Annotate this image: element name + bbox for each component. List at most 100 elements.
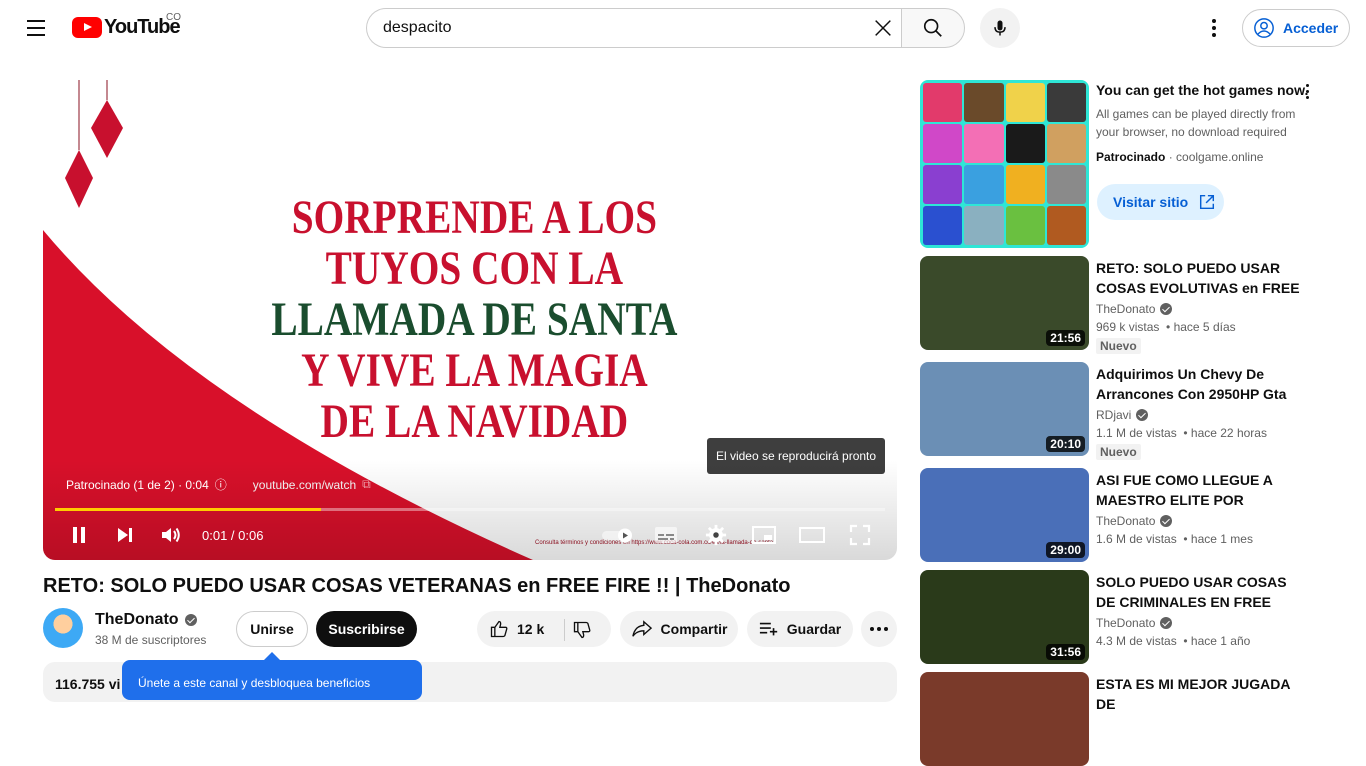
next-button[interactable]	[111, 521, 139, 549]
recommended-video[interactable]: 31:56 SOLO PUEDO USAR COSAS DE CRIMINALES…	[920, 570, 1350, 664]
video-thumbnail[interactable]: 29:00	[920, 468, 1089, 562]
game-tile	[923, 206, 963, 245]
game-tile	[1005, 83, 1045, 122]
sign-in-label: Acceder	[1283, 20, 1339, 36]
subscribe-button[interactable]: Suscribirse	[316, 611, 417, 647]
video-thumbnail[interactable]: 20:10	[920, 362, 1089, 456]
ad-description: All games can be played directly from yo…	[1096, 107, 1296, 139]
country-code: CO	[166, 12, 181, 23]
ad-info: Patrocinado (1 de 2) · 0:04 ⓘ youtube.co…	[66, 476, 371, 493]
video-thumbnail[interactable]: 31:56	[920, 570, 1089, 664]
promo-line-1: SORPRENDE A LOS	[291, 191, 658, 244]
save-label: Guardar	[786, 621, 842, 637]
theater-mode-button[interactable]	[797, 521, 827, 549]
channel-name: TheDonato	[1096, 616, 1156, 630]
verified-icon	[1160, 617, 1173, 629]
thumbs-down-icon	[573, 621, 591, 639]
new-badge: Nuevo	[1096, 338, 1141, 354]
dislike-button[interactable]	[570, 619, 594, 641]
clear-search-icon[interactable]	[872, 17, 894, 39]
volume-button[interactable]	[157, 521, 185, 549]
verified-icon	[1160, 515, 1173, 527]
like-button[interactable]: 12 k	[489, 619, 544, 639]
recommended-video-title[interactable]: ASI FUE COMO LLEGUE A MAESTRO ELITE POR …	[1096, 470, 1306, 510]
external-link-icon	[1200, 194, 1215, 210]
ad-title: You can get the hot games now.	[1096, 82, 1309, 98]
hamburger-menu-button[interactable]	[16, 8, 56, 48]
game-tile	[923, 124, 963, 163]
gear-icon	[705, 524, 727, 546]
settings-more-button[interactable]	[1194, 8, 1234, 48]
progress-bar[interactable]	[55, 508, 885, 511]
video-duration: 31:56	[1046, 644, 1085, 660]
fullscreen-button[interactable]	[845, 521, 875, 549]
upload-age: hace 5 días	[1173, 320, 1236, 334]
menu-icon	[27, 20, 45, 22]
view-count: 1.6 M de vistas	[1096, 532, 1177, 546]
save-playlist-icon	[759, 622, 777, 636]
upload-age: hace 22 horas	[1190, 426, 1267, 440]
recommended-video-title[interactable]: SOLO PUEDO USAR COSAS DE CRIMINALES EN F…	[1096, 572, 1306, 612]
recommended-video-title[interactable]: ESTA ES MI MEJOR JUGADA DE	[1096, 674, 1306, 714]
visit-site-button[interactable]: Visitar sitio	[1097, 184, 1224, 220]
recommended-channel[interactable]: TheDonato	[1096, 616, 1173, 630]
subtitles-button[interactable]	[651, 521, 681, 549]
voice-search-button[interactable]	[980, 8, 1020, 48]
miniplayer-button[interactable]	[749, 521, 779, 549]
recommended-video-title[interactable]: RETO: SOLO PUEDO USAR COSAS EVOLUTIVAS e…	[1096, 258, 1306, 298]
ornament-icon	[91, 100, 123, 158]
video-player[interactable]: SORPRENDE A LOS TUYOS CON LA LLAMADA DE …	[43, 80, 897, 560]
video-thumbnail[interactable]	[920, 672, 1089, 766]
fullscreen-icon	[849, 524, 871, 546]
info-icon[interactable]: ⓘ	[215, 476, 227, 493]
channel-name: TheDonato	[1096, 302, 1156, 316]
recommended-video[interactable]: ESTA ES MI MEJOR JUGADA DE	[920, 672, 1350, 766]
recommended-video-title[interactable]: Adquirimos Un Chevy De Arrancones Con 29…	[1096, 364, 1306, 404]
game-tile	[964, 124, 1004, 163]
save-button[interactable]: Guardar	[747, 611, 853, 647]
sidebar-ad-card[interactable]: You can get the hot games now. All games…	[920, 80, 1350, 250]
game-tile	[1005, 165, 1045, 204]
game-tile	[964, 165, 1004, 204]
video-title: RETO: SOLO PUEDO USAR COSAS VETERANAS en…	[43, 575, 791, 597]
game-tile	[1046, 206, 1086, 245]
channel-avatar[interactable]	[43, 608, 83, 648]
sign-in-button[interactable]: Acceder	[1242, 9, 1350, 47]
view-count: 4.3 M de vistas	[1096, 634, 1177, 648]
recommended-video[interactable]: 20:10 Adquirimos Un Chevy De Arrancones C…	[920, 362, 1350, 460]
settings-button[interactable]	[701, 521, 731, 549]
video-meta: 1.1 M de vistas • hace 22 horas	[1096, 426, 1267, 440]
search-button[interactable]	[901, 8, 965, 48]
channel-name-link[interactable]: TheDonato	[95, 611, 197, 629]
game-tile	[964, 206, 1004, 245]
more-actions-button[interactable]	[861, 611, 897, 647]
miniplayer-icon	[752, 526, 776, 544]
video-thumbnail[interactable]: 21:56	[920, 256, 1089, 350]
ad-thumbnail[interactable]	[920, 80, 1089, 248]
game-tile	[1005, 124, 1045, 163]
recommended-channel[interactable]: TheDonato	[1096, 514, 1173, 528]
autoplay-toggle-icon	[602, 528, 632, 543]
like-count: 12 k	[517, 621, 545, 637]
game-tile	[1005, 206, 1045, 245]
recommended-video[interactable]: 29:00 ASI FUE COMO LLEGUE A MAESTRO ELITE…	[920, 468, 1350, 562]
recommended-channel[interactable]: RDjavi	[1096, 408, 1149, 422]
youtube-logo[interactable]: YouTube	[72, 16, 181, 39]
join-button[interactable]: Unirse	[236, 611, 308, 647]
recommended-video[interactable]: 21:56 RETO: SOLO PUEDO USAR COSAS EVOLUTI…	[920, 256, 1350, 354]
ad-menu-button[interactable]	[1306, 84, 1309, 99]
time-display: 0:01 / 0:06	[202, 528, 264, 543]
video-meta: 1.6 M de vistas • hace 1 mes	[1096, 532, 1253, 546]
ad-promo-text: SORPRENDE A LOS TUYOS CON LA LLAMADA DE …	[127, 192, 822, 447]
upload-age: hace 1 mes	[1190, 532, 1253, 546]
autoplay-toggle[interactable]	[599, 521, 637, 549]
search-input[interactable]	[383, 19, 863, 37]
subtitles-icon	[655, 527, 677, 543]
ad-url-link[interactable]: youtube.com/watch	[253, 478, 356, 492]
video-duration: 29:00	[1046, 542, 1085, 558]
recommended-channel[interactable]: TheDonato	[1096, 302, 1173, 316]
pause-button[interactable]	[65, 521, 93, 549]
share-button[interactable]: Compartir	[620, 611, 738, 647]
search-box	[366, 8, 902, 48]
view-count: 116.755 vi	[55, 676, 121, 692]
